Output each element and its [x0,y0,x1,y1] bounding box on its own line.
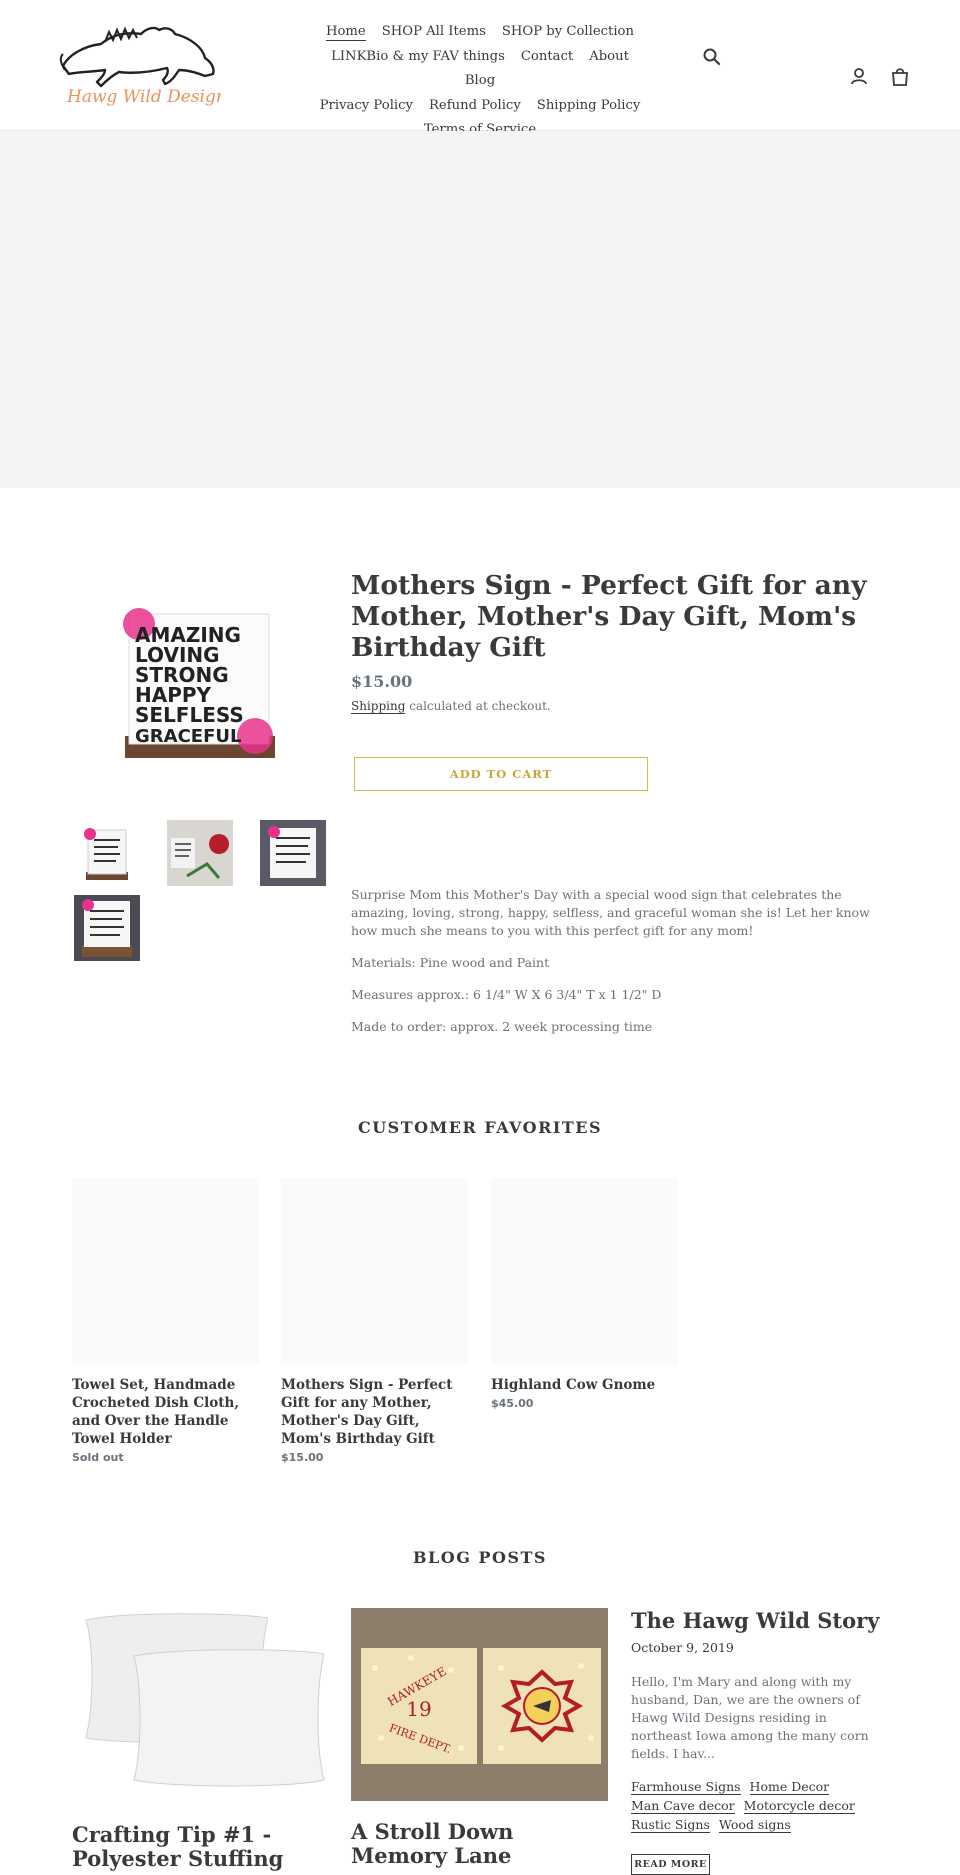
tag-link[interactable]: Man Cave decor [631,1798,735,1814]
nav-refund-policy[interactable]: Refund Policy [429,95,521,118]
nav-home[interactable]: Home [325,24,366,41]
product-price: $15.00 [351,672,413,691]
product-card[interactable]: Towel Set, Handmade Crocheted Dish Cloth… [72,1178,259,1464]
nav-shop-all-items[interactable]: SHOP All Items [382,21,486,44]
logo[interactable]: Hawg Wild Designs [55,24,236,110]
svg-text:GRACEFUL: GRACEFUL [135,726,241,747]
blog-post-title[interactable]: The Hawg Wild Story [631,1609,911,1633]
product-card-price: Sold out [72,1451,124,1464]
blog-post-title[interactable]: Crafting Tip #1 - Polyester Stuffing [72,1823,332,1871]
nav-about[interactable]: About [589,46,629,69]
add-to-cart-button[interactable]: ADD TO CART [354,757,648,791]
tag-link[interactable]: Wood signs [718,1817,791,1833]
shipping-note-text: calculated at checkout. [405,699,551,713]
product-card[interactable]: Mothers Sign - Perfect Gift for any Moth… [281,1178,468,1464]
product-title: Mothers Sign - Perfect Gift for any Moth… [351,570,867,663]
nav-shop-by-collection[interactable]: SHOP by Collection [502,21,634,44]
nav-privacy-policy[interactable]: Privacy Policy [320,95,413,118]
product-card-price: $15.00 [281,1451,324,1464]
thumbnail-4[interactable] [74,895,140,961]
blog-post-title[interactable]: A Stroll Down Memory Lane [351,1820,611,1868]
tag-link[interactable]: Home Decor [749,1779,830,1795]
blog-post-tags: Farmhouse Signs Home Decor Man Cave decor… [631,1777,891,1834]
product-card-title[interactable]: Mothers Sign - Perfect Gift for any Moth… [281,1376,468,1448]
site-header: Hawg Wild Designs Home SHOP All Items SHOP… [0,0,960,137]
blog-post-excerpt: Hello, I'm Mary and along with my husban… [631,1674,869,1761]
thumbnail-3[interactable] [260,820,326,886]
product-card-image[interactable] [72,1178,259,1365]
svg-text:SELFLESS: SELFLESS [135,703,244,727]
nav-shipping-policy[interactable]: Shipping Policy [537,95,641,118]
search-icon[interactable] [702,47,722,67]
account-icon[interactable] [850,67,868,85]
blog-heading: BLOG POSTS [413,1548,547,1567]
product-description: Surprise Mom this Mother's Day with a sp… [351,887,870,938]
read-more-button[interactable]: READ MORE [631,1854,710,1875]
product-card-image[interactable] [491,1178,678,1365]
product-processing-time: Made to order: approx. 2 week processing… [351,1019,653,1034]
product-card-title[interactable]: Towel Set, Handmade Crocheted Dish Cloth… [72,1376,259,1448]
product-card-image[interactable] [281,1178,468,1365]
product-materials: Materials: Pine wood and Paint [351,955,550,970]
tag-link[interactable]: Rustic Signs [631,1817,710,1833]
product-measurements: Measures approx.: 6 1/4" W X 6 3/4" T x … [351,987,662,1002]
tag-link[interactable]: Motorcycle decor [743,1798,855,1814]
main-nav: Home SHOP All Items SHOP by Collection LIN… [300,19,660,142]
svg-text:19: 19 [406,1697,431,1721]
product-card-title[interactable]: Highland Cow Gnome [491,1376,678,1394]
thumbnail-1[interactable] [74,820,140,886]
shipping-link[interactable]: Shipping [351,699,406,714]
cart-icon[interactable] [890,67,910,86]
tag-link[interactable]: Farmhouse Signs [631,1779,741,1795]
nav-linkbio[interactable]: LINKBio & my FAV things [331,46,505,69]
favorites-heading: CUSTOMER FAVORITES [357,1118,603,1137]
thumbnail-2[interactable] [167,820,233,886]
blog-post-date: October 9, 2019 [631,1640,734,1655]
nav-contact[interactable]: Contact [521,46,573,69]
shipping-note: Shipping calculated at checkout. [351,699,551,714]
nav-blog[interactable]: Blog [465,70,495,93]
boar-logo-icon: Hawg Wild Designs [59,26,236,107]
blog-post-image[interactable]: HAWKEYE 19 FIRE DEPT. [351,1608,608,1801]
svg-text:Hawg Wild Designs: Hawg Wild Designs [66,87,221,107]
product-main-image[interactable]: AMAZING LOVING STRONG HAPPY SELFLESS GRA… [115,596,280,772]
blog-post-image[interactable] [72,1608,330,1800]
product-card-price: $45.00 [491,1397,534,1410]
hero-banner [0,131,960,488]
product-card[interactable]: Highland Cow Gnome $45.00 [491,1178,678,1410]
